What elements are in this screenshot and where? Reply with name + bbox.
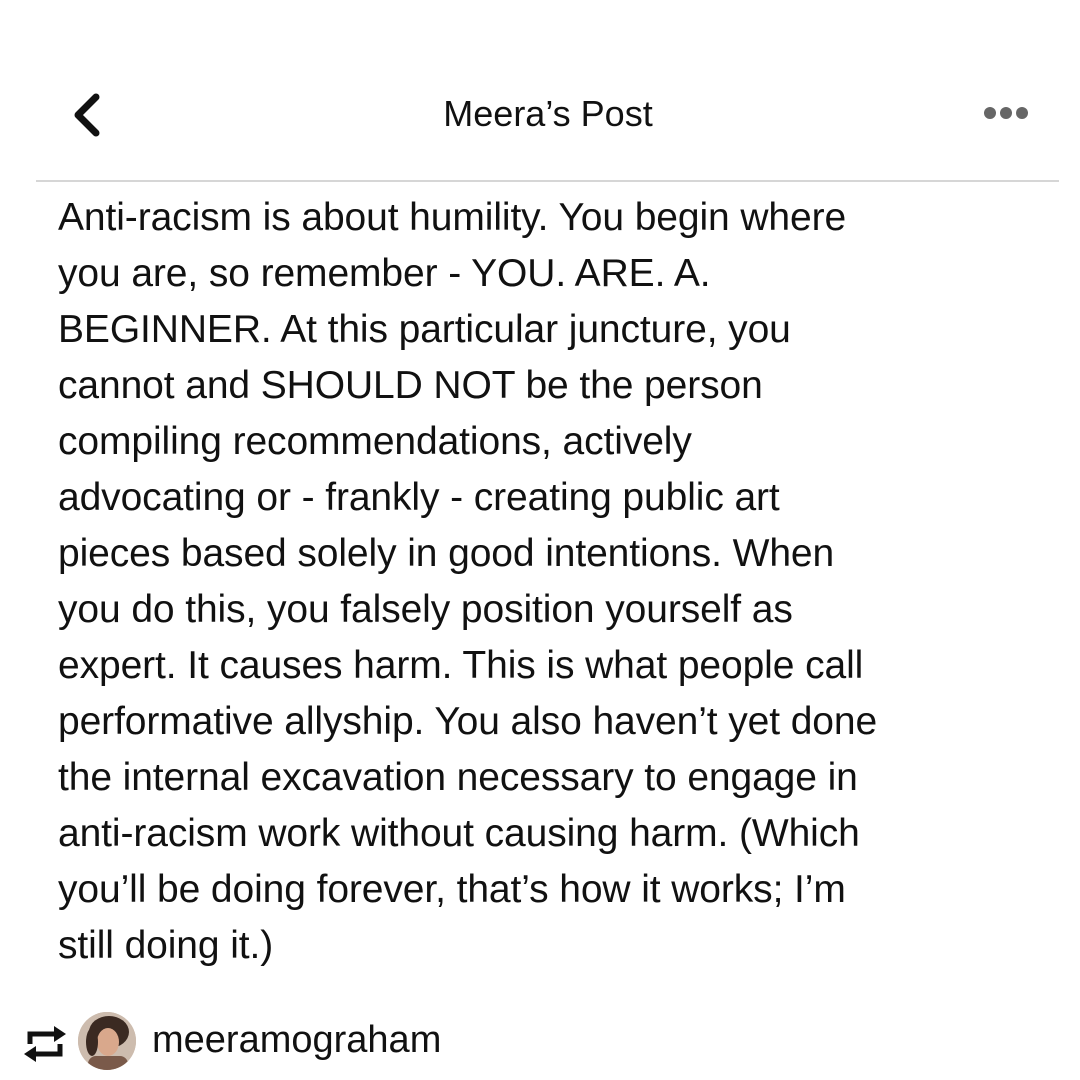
username-link[interactable]: meeramograham [152,1018,441,1062]
post-line: compiling recommendations, actively [58,420,692,463]
avatar[interactable] [78,1012,136,1070]
post-line: pieces based solely in good intentions. … [58,532,835,575]
header-divider [36,180,1059,182]
repost-icon [24,1026,66,1062]
post-line: anti-racism work without causing harm. (… [58,812,860,855]
post-line: still doing it.) [58,924,274,967]
post-text: Anti-racism is about humility. You begin… [58,190,1058,974]
navigation-bar: Meera’s Post [0,0,1080,180]
post-line: expert. It causes harm. This is what peo… [58,644,864,687]
more-horizontal-icon [984,107,1028,119]
post-line: you do this, you falsely position yourse… [58,588,793,631]
post-line: performative allyship. You also haven’t … [58,700,878,743]
repost-attribution: meeramograham [0,1000,1080,1080]
post-line: cannot and SHOULD NOT be the person [58,364,763,407]
post-line: the internal excavation necessary to eng… [58,756,858,799]
post-line: Anti-racism is about humility. You begin… [58,196,847,239]
more-options-button[interactable] [976,98,1036,128]
post-line: BEGINNER. At this particular juncture, y… [58,308,791,351]
page-title: Meera’s Post [443,93,653,134]
post-line: you are, so remember - YOU. ARE. A. [58,252,711,295]
post-line: advocating or - frankly - creating publi… [58,476,780,519]
profile-photo [78,1012,136,1070]
post-line: you’ll be doing forever, that’s how it w… [58,868,846,911]
